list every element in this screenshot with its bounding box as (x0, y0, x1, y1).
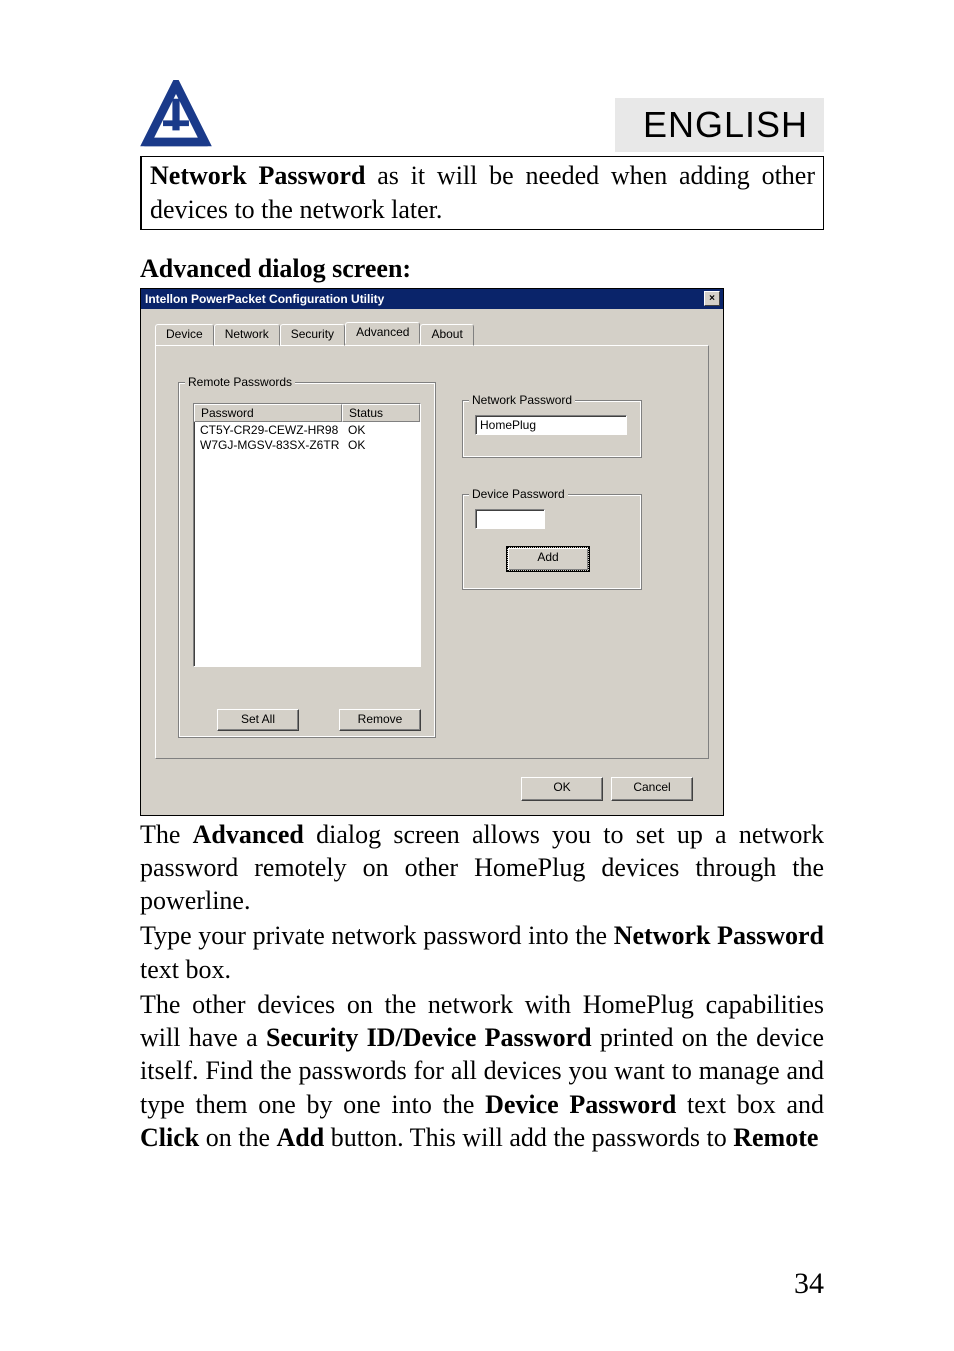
list-status-cell: OK (342, 438, 420, 452)
paragraph-1: The Advanced dialog screen allows you to… (140, 818, 824, 918)
device-password-input[interactable] (475, 509, 545, 529)
list-header-status[interactable]: Status (342, 404, 420, 422)
language-label: ENGLISH (615, 98, 824, 152)
section-title: Advanced dialog screen: (140, 254, 824, 284)
list-status-cell: OK (342, 423, 420, 437)
note-bold: Network Password (150, 161, 365, 190)
list-password-cell: CT5Y-CR29-CEWZ-HR98 (194, 423, 342, 437)
network-password-label: Network Password (469, 393, 575, 407)
brand-logo (140, 80, 212, 152)
list-item[interactable]: CT5Y-CR29-CEWZ-HR98 OK (194, 422, 420, 437)
device-password-group: Device Password Add (462, 494, 642, 590)
set-all-button[interactable]: Set All (217, 709, 299, 731)
list-item[interactable]: W7GJ-MGSV-83SX-Z6TR OK (194, 437, 420, 452)
remote-passwords-label: Remote Passwords (185, 375, 295, 389)
list-header-password[interactable]: Password (194, 404, 342, 422)
paragraph-3: The other devices on the network with Ho… (140, 988, 824, 1154)
page-number: 34 (794, 1267, 824, 1301)
network-password-input[interactable]: HomePlug (475, 415, 627, 435)
device-password-label: Device Password (469, 487, 568, 501)
remove-button[interactable]: Remove (339, 709, 421, 731)
tab-advanced[interactable]: Advanced (345, 322, 420, 344)
add-button[interactable]: Add (507, 547, 589, 571)
tab-device[interactable]: Device (155, 324, 214, 346)
cancel-button[interactable]: Cancel (611, 777, 693, 801)
tab-security[interactable]: Security (280, 324, 345, 346)
list-password-cell: W7GJ-MGSV-83SX-Z6TR (194, 438, 342, 452)
ok-button[interactable]: OK (521, 777, 603, 801)
close-icon[interactable]: × (704, 291, 720, 306)
dialog-title: Intellon PowerPacket Configuration Utili… (145, 292, 384, 306)
tab-about[interactable]: About (420, 324, 473, 346)
tab-panel: Remote Passwords Password Status CT5Y-CR… (155, 345, 709, 759)
tab-strip: Device Network Security Advanced About (155, 324, 709, 346)
network-password-group: Network Password HomePlug (462, 400, 642, 458)
password-listbox[interactable]: Password Status CT5Y-CR29-CEWZ-HR98 OK W… (193, 403, 421, 667)
paragraph-2: Type your private network password into … (140, 919, 824, 986)
tab-network[interactable]: Network (214, 324, 280, 346)
titlebar: Intellon PowerPacket Configuration Utili… (141, 289, 723, 309)
dialog-screenshot: Intellon PowerPacket Configuration Utili… (140, 288, 724, 816)
remote-passwords-group: Remote Passwords Password Status CT5Y-CR… (178, 382, 436, 738)
